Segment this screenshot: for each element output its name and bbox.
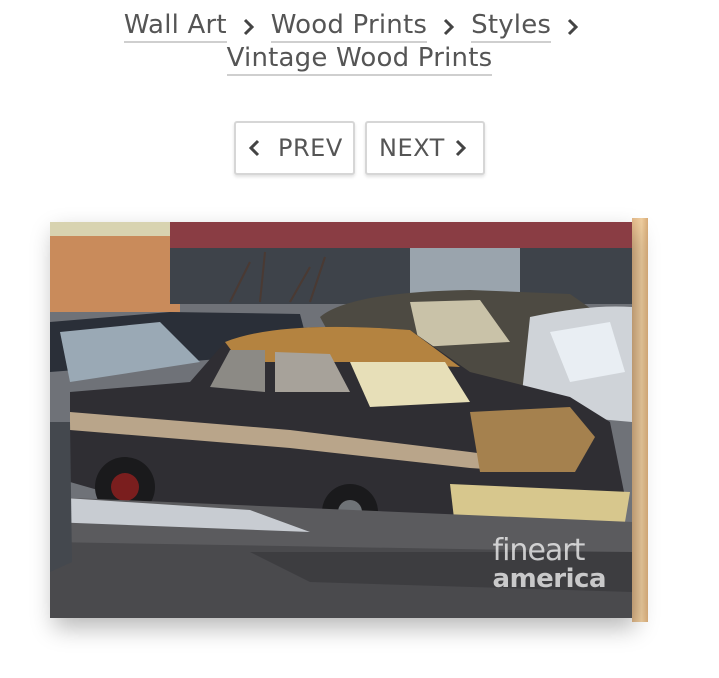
next-button[interactable]: NEXT (365, 121, 485, 175)
breadcrumb-row-1: Wall Art Wood Prints Styles (0, 10, 719, 43)
chevron-right-icon (239, 18, 259, 36)
chevron-right-icon (455, 139, 466, 157)
breadcrumb-vintage-wood-prints[interactable]: Vintage Wood Prints (226, 43, 493, 76)
pager: PREV NEXT (0, 121, 719, 175)
prev-button-label: PREV (278, 134, 343, 162)
breadcrumb: Wall Art Wood Prints Styles Vintage Wood… (0, 10, 719, 76)
chevron-right-icon (439, 18, 459, 36)
chevron-right-icon (563, 18, 583, 36)
breadcrumb-wood-prints[interactable]: Wood Prints (270, 10, 428, 43)
watermark-top: fineart (492, 533, 586, 568)
watermark: fineart america (492, 533, 607, 594)
breadcrumb-styles[interactable]: Styles (471, 10, 552, 43)
next-button-label: NEXT (379, 134, 445, 162)
breadcrumb-wall-art[interactable]: Wall Art (123, 10, 227, 43)
prev-button[interactable]: PREV (234, 121, 355, 175)
product-wood-print[interactable]: fineart america (50, 218, 648, 622)
chevron-left-icon (248, 139, 260, 157)
product-photo: fineart america (50, 222, 632, 618)
watermark-bottom: america (492, 564, 607, 594)
wood-edge (632, 218, 648, 622)
breadcrumb-row-2: Vintage Wood Prints (0, 43, 719, 76)
